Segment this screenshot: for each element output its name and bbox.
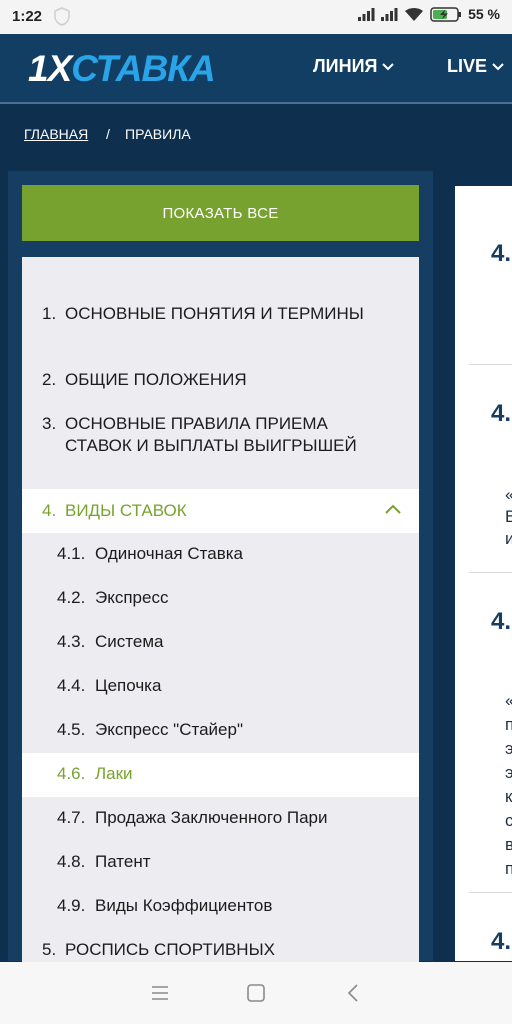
- content-text: п: [505, 715, 512, 734]
- shield-icon: [54, 7, 70, 26]
- menu-item-number: 4.: [42, 501, 57, 520]
- submenu-item-number: 4.6.: [57, 764, 86, 783]
- menu-item-4[interactable]: 4. ВИДЫ СТАВОК: [22, 489, 419, 533]
- submenu-item-label: Одиночная Ставка: [95, 544, 243, 563]
- logo[interactable]: 1XСТАВКА: [28, 48, 216, 89]
- submenu-item-number: 4.8.: [57, 852, 86, 871]
- signal-icon-2: [381, 8, 398, 21]
- submenu-item-label: Экспресс "Стайер": [95, 720, 243, 739]
- show-all-button[interactable]: ПОКАЗАТЬ ВСЕ: [22, 185, 419, 241]
- submenu-item-label: Виды Коэффициентов: [95, 896, 273, 915]
- menu-item-number: 2.: [42, 370, 57, 389]
- breadcrumb-separator: /: [106, 126, 110, 142]
- divider: [469, 572, 512, 573]
- submenu-item-4-8[interactable]: 4.8. Патент: [22, 841, 419, 885]
- submenu-item-label: Экспресс: [95, 588, 169, 607]
- submenu-item-number: 4.1.: [57, 544, 86, 563]
- chevron-down-icon: [492, 62, 504, 70]
- content-text: с: [505, 811, 512, 830]
- chevron-up-icon[interactable]: [385, 504, 401, 514]
- content-text: «: [505, 690, 512, 712]
- menu-item-2[interactable]: 2. ОБЩИЕ ПОЛОЖЕНИЯ: [22, 369, 419, 391]
- nav-live-label: LIVE: [447, 56, 488, 76]
- breadcrumb-home-link[interactable]: ГЛАВНАЯ: [24, 126, 88, 142]
- submenu-item-number: 4.3.: [57, 632, 86, 651]
- menu-item-number: 3.: [42, 414, 57, 433]
- divider: [469, 364, 512, 365]
- breadcrumb-current: ПРАВИЛА: [125, 126, 191, 142]
- divider: [469, 892, 512, 893]
- submenu-item-4-9[interactable]: 4.9. Виды Коэффициентов: [22, 885, 419, 929]
- submenu-item-number: 4.5.: [57, 720, 86, 739]
- submenu-item-4-2[interactable]: 4.2. Экспресс: [22, 577, 419, 621]
- menu-item-label: ВИДЫ СТАВОК: [65, 501, 187, 520]
- breadcrumb: ГЛАВНАЯ / ПРАВИЛА: [0, 106, 512, 166]
- menu-item-5[interactable]: 5. РОСПИСЬ СПОРТИВНЫХ: [22, 939, 419, 961]
- content-text: «: [505, 484, 512, 506]
- system-nav-bar: [0, 962, 512, 1024]
- submenu-item-label: Продажа Заключенного Пари: [95, 808, 328, 827]
- site-header: 1XСТАВКА ЛИНИЯ LIVE: [0, 34, 512, 104]
- submenu-item-4-4[interactable]: 4.4. Цепочка: [22, 665, 419, 709]
- section-number: 4.: [491, 240, 512, 267]
- back-icon[interactable]: [343, 982, 365, 1004]
- section-number: 4.: [491, 928, 512, 955]
- content-text: п: [505, 859, 512, 878]
- submenu-item-4-3[interactable]: 4.3. Система: [22, 621, 419, 665]
- logo-part1: 1X: [28, 48, 72, 89]
- section-number: 4.: [491, 608, 512, 635]
- home-icon[interactable]: [245, 982, 267, 1004]
- menu-item-label: ОСНОВНЫЕ ПОНЯТИЯ И ТЕРМИНЫ: [65, 304, 364, 323]
- nav-line[interactable]: ЛИНИЯ: [313, 56, 395, 77]
- battery-icon: [430, 6, 462, 22]
- menu-item-3[interactable]: 3. ОСНОВНЫЕ ПРАВИЛА ПРИЕМА СТАВОК И ВЫПЛ…: [22, 413, 419, 479]
- status-bar: 1:22 55 %: [0, 0, 512, 34]
- wifi-icon: [405, 7, 424, 21]
- submenu-item-label: Система: [95, 632, 164, 651]
- nav-live[interactable]: LIVE: [447, 56, 504, 77]
- content-text: э: [505, 739, 512, 758]
- content-text: к: [505, 787, 512, 806]
- submenu-item-label: Патент: [95, 852, 151, 871]
- menu-item-label: РОСПИСЬ СПОРТИВНЫХ: [65, 940, 275, 959]
- section-number: 4.: [491, 400, 512, 427]
- submenu-item-4-7[interactable]: 4.7. Продажа Заключенного Пари: [22, 797, 419, 841]
- submenu-item-4-5[interactable]: 4.5. Экспресс "Стайер": [22, 709, 419, 753]
- rules-content: [455, 186, 512, 961]
- submenu-item-number: 4.9.: [57, 896, 86, 915]
- content-text: В: [505, 507, 512, 526]
- signal-icon: [358, 8, 375, 21]
- nav-line-label: ЛИНИЯ: [313, 56, 378, 76]
- menu-item-label: ОСНОВНЫЕ ПРАВИЛА ПРИЕМА СТАВОК И ВЫПЛАТЫ…: [65, 414, 357, 455]
- rules-menu: 1. ОСНОВНЫЕ ПОНЯТИЯ И ТЕРМИНЫ 2. ОБЩИЕ П…: [22, 257, 419, 962]
- menu-item-number: 1.: [42, 304, 57, 323]
- menu-item-1[interactable]: 1. ОСНОВНЫЕ ПОНЯТИЯ И ТЕРМИНЫ: [22, 303, 419, 347]
- status-time: 1:22: [12, 8, 43, 25]
- submenu-item-number: 4.4.: [57, 676, 86, 695]
- menu-icon[interactable]: [149, 982, 171, 1004]
- menu-item-number: 5.: [42, 940, 57, 959]
- content-text: и: [505, 529, 512, 548]
- battery-percent: 55 %: [468, 6, 500, 22]
- submenu-item-label: Лаки: [95, 764, 133, 783]
- submenu-item-4-1[interactable]: 4.1. Одиночная Ставка: [22, 533, 419, 577]
- content-text: э: [505, 763, 512, 782]
- chevron-down-icon: [382, 62, 395, 70]
- submenu-item-4-6[interactable]: 4.6. Лаки: [22, 753, 419, 797]
- submenu-item-number: 4.7.: [57, 808, 86, 827]
- content-text: в: [505, 835, 512, 854]
- menu-item-label: ОБЩИЕ ПОЛОЖЕНИЯ: [65, 370, 247, 389]
- logo-part2: СТАВКА: [71, 48, 215, 89]
- submenu-item-label: Цепочка: [95, 676, 162, 695]
- submenu-item-number: 4.2.: [57, 588, 86, 607]
